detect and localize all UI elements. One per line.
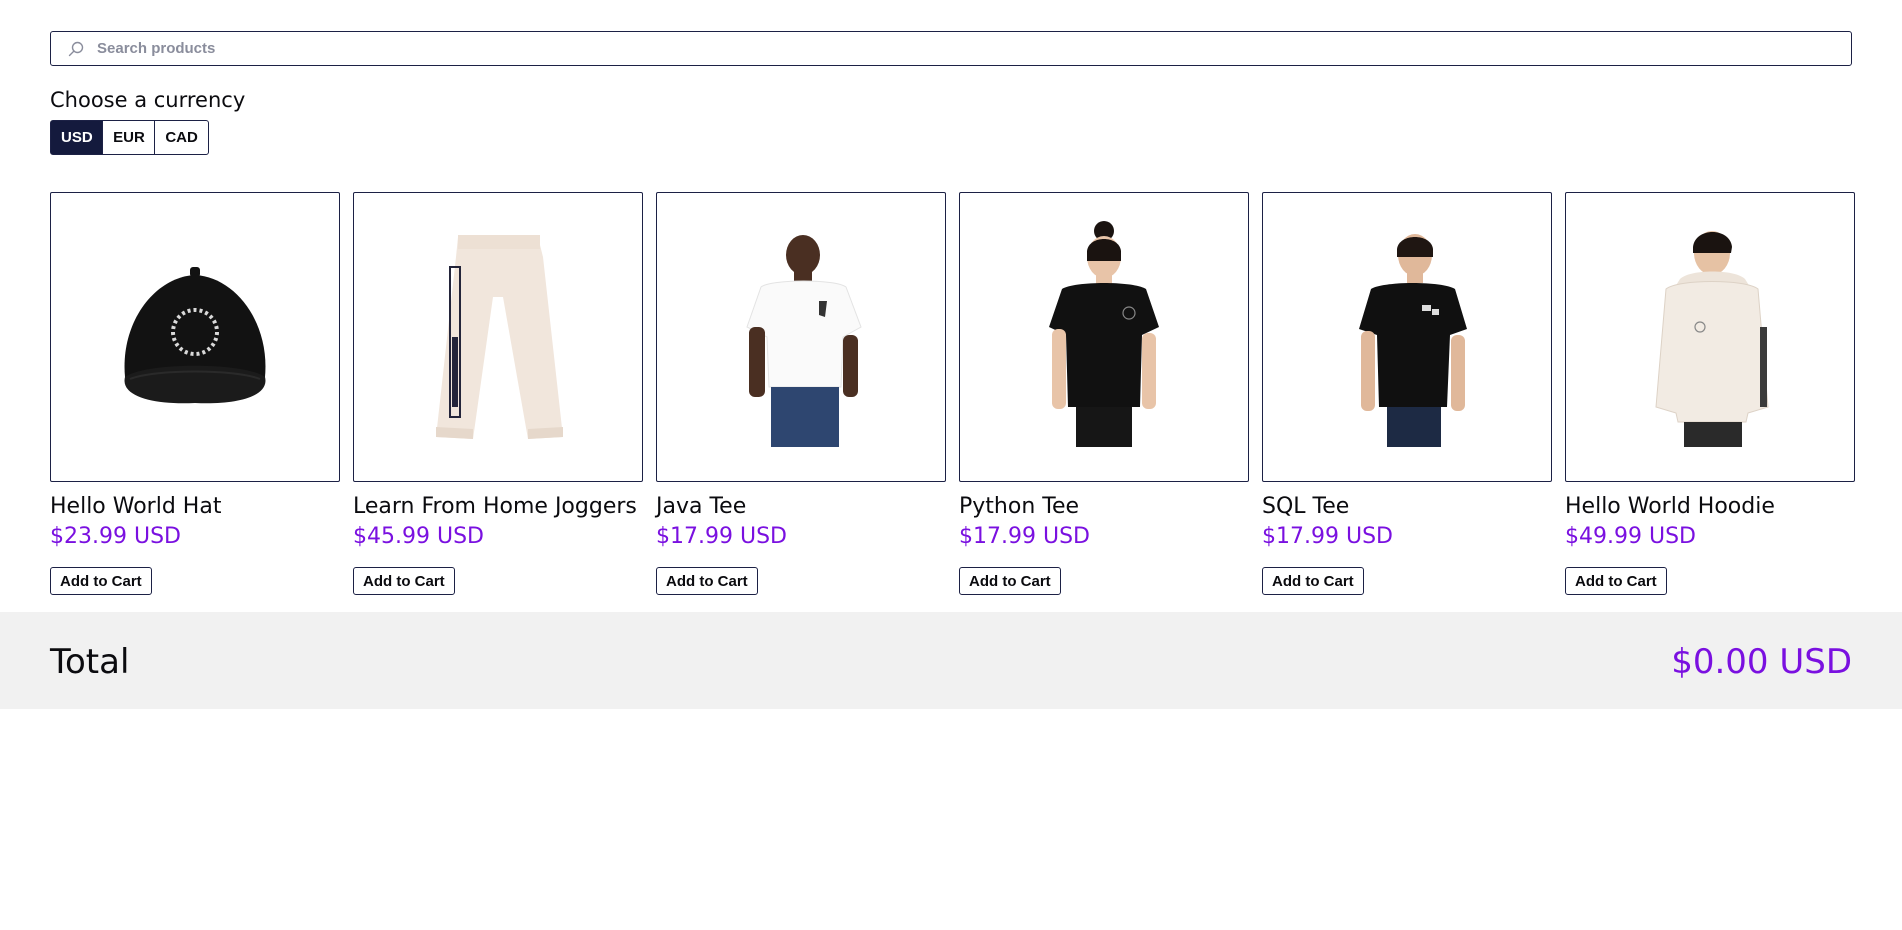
product-name: Python Tee — [959, 494, 1080, 519]
product-name: Hello World Hoodie — [1565, 494, 1775, 519]
add-to-cart-button[interactable]: Add to Cart — [1262, 567, 1364, 595]
product-image[interactable] — [656, 192, 946, 482]
product-grid: Hello World Hat $23.99 USD Add to Cart L… — [50, 192, 1855, 595]
product-price: $17.99 USD — [656, 524, 787, 549]
search-input[interactable] — [97, 32, 1851, 65]
search-icon — [67, 40, 85, 58]
hoodie-icon — [1655, 231, 1769, 447]
black-tee-icon — [1359, 234, 1467, 447]
add-to-cart-button[interactable]: Add to Cart — [353, 567, 455, 595]
currency-selector: USD EUR CAD — [50, 120, 209, 155]
currency-title: Choose a currency — [50, 88, 246, 112]
product-image[interactable] — [50, 192, 340, 482]
product-card: Python Tee $17.99 USD Add to Cart — [959, 192, 1249, 595]
product-name: Hello World Hat — [50, 494, 222, 519]
cap-icon — [124, 267, 266, 404]
product-price: $23.99 USD — [50, 524, 181, 549]
currency-option-usd[interactable]: USD — [50, 120, 104, 155]
add-to-cart-button[interactable]: Add to Cart — [1565, 567, 1667, 595]
product-name: SQL Tee — [1262, 494, 1350, 519]
add-to-cart-button[interactable]: Add to Cart — [656, 567, 758, 595]
product-image[interactable] — [959, 192, 1249, 482]
product-name: Java Tee — [656, 494, 747, 519]
white-tee-icon — [746, 235, 862, 447]
product-card: SQL Tee $17.99 USD Add to Cart — [1262, 192, 1552, 595]
total-bar: Total $0.00 USD — [0, 612, 1902, 709]
product-image[interactable] — [1262, 192, 1552, 482]
product-price: $45.99 USD — [353, 524, 484, 549]
joggers-icon — [436, 235, 563, 439]
product-card: Hello World Hat $23.99 USD Add to Cart — [50, 192, 340, 595]
product-price: $49.99 USD — [1565, 524, 1696, 549]
product-card: Hello World Hoodie $49.99 USD Add to Car… — [1565, 192, 1855, 595]
product-card: Learn From Home Joggers $45.99 USD Add t… — [353, 192, 643, 595]
search-bar[interactable] — [50, 31, 1852, 66]
total-label: Total — [50, 642, 130, 682]
add-to-cart-button[interactable]: Add to Cart — [50, 567, 152, 595]
product-image[interactable] — [1565, 192, 1855, 482]
add-to-cart-button[interactable]: Add to Cart — [959, 567, 1061, 595]
black-tee-icon — [1049, 221, 1159, 447]
currency-option-cad[interactable]: CAD — [154, 120, 209, 155]
product-card: Java Tee $17.99 USD Add to Cart — [656, 192, 946, 595]
product-image[interactable] — [353, 192, 643, 482]
total-value: $0.00 USD — [1671, 642, 1852, 682]
product-price: $17.99 USD — [1262, 524, 1393, 549]
product-price: $17.99 USD — [959, 524, 1090, 549]
product-name: Learn From Home Joggers — [353, 494, 637, 519]
currency-option-eur[interactable]: EUR — [102, 120, 156, 155]
